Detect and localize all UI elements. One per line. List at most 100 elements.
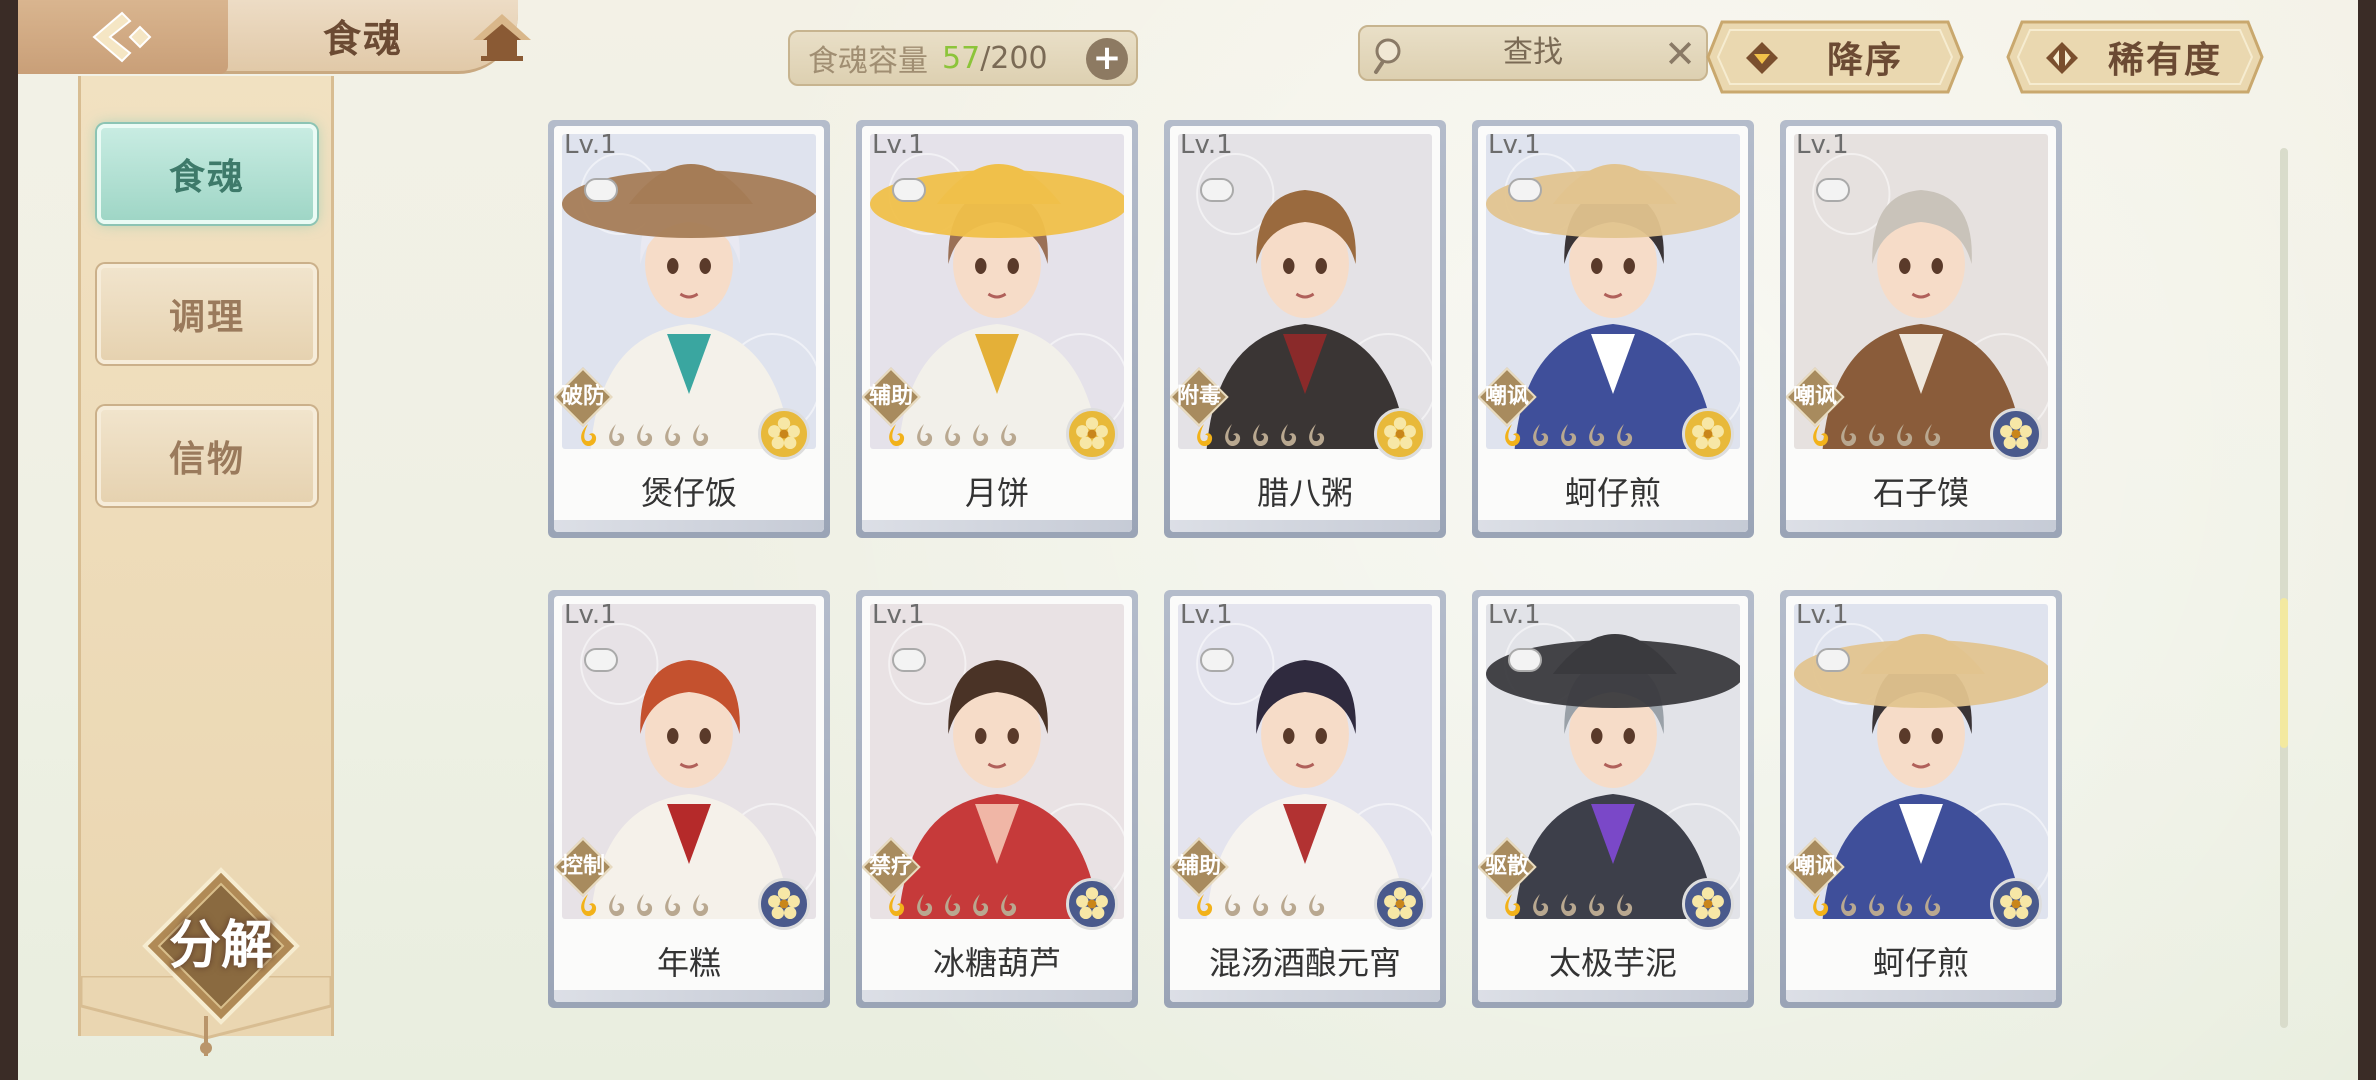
capacity-label: 食魂容量	[808, 44, 928, 79]
star-icon	[1220, 422, 1244, 448]
role-tag: 破防	[554, 366, 614, 428]
star-rating	[1500, 422, 1636, 448]
role-tag: 嘲讽	[1786, 836, 1846, 898]
food-soul-card[interactable]: Lv.1 嘲讽 石子馍	[1780, 120, 2062, 538]
decompose-label: 分解	[168, 915, 273, 976]
card-footer	[1786, 520, 2056, 532]
top-bar: 食魂	[18, 0, 531, 78]
star-icon	[688, 422, 712, 448]
food-soul-card[interactable]: Lv.1 控制年糕	[548, 590, 830, 1008]
clear-search-icon[interactable]: ✕	[1664, 29, 1696, 79]
rarity-flower-icon	[1066, 408, 1118, 460]
star-icon	[1500, 422, 1524, 448]
food-soul-card[interactable]: Lv.1 嘲讽蚵仔煎	[1780, 590, 2062, 1008]
level-label: Lv.1	[1796, 130, 1849, 160]
star-icon	[940, 422, 964, 448]
lock-badge-icon[interactable]	[1200, 178, 1234, 202]
scrollbar[interactable]	[2280, 148, 2288, 1028]
food-soul-card[interactable]: Lv.1 附毒 腊八粥	[1164, 120, 1446, 538]
level-label: Lv.1	[564, 600, 617, 630]
star-rating	[576, 892, 712, 918]
sort-by-button[interactable]: 稀有度	[2004, 18, 2266, 96]
scrollbar-thumb[interactable]	[2280, 598, 2288, 748]
star-rating	[1192, 892, 1328, 918]
rarity-flower-icon	[1066, 878, 1118, 930]
role-label: 辅助	[1176, 854, 1221, 879]
page-title: 食魂	[323, 16, 404, 61]
home-button[interactable]	[473, 10, 531, 68]
rarity-flower-icon	[1682, 878, 1734, 930]
role-label: 控制	[560, 854, 605, 879]
lock-badge-icon[interactable]	[1816, 648, 1850, 672]
lock-badge-icon[interactable]	[1200, 648, 1234, 672]
lock-badge-icon[interactable]	[1508, 648, 1542, 672]
decompose-button[interactable]: 分解	[141, 866, 301, 1026]
character-name: 蚵仔煎	[1872, 944, 1969, 982]
star-icon	[940, 892, 964, 918]
character-name: 年糕	[656, 944, 721, 982]
role-label: 破防	[560, 384, 605, 409]
star-icon	[1500, 892, 1524, 918]
pavilion-icon	[473, 14, 531, 61]
tab-cooking-label: 调理	[168, 296, 245, 338]
card-body: Lv.1 附毒 腊八粥	[1170, 126, 1440, 532]
card-footer	[862, 990, 1132, 1002]
food-soul-card[interactable]: Lv.1 禁疗 冰糖葫芦	[856, 590, 1138, 1008]
card-footer	[1478, 990, 1748, 1002]
star-rating	[1808, 422, 1944, 448]
search-box[interactable]: 查找 ✕	[1358, 25, 1708, 81]
rarity-flower-icon	[1990, 878, 2042, 930]
sort-order-button[interactable]: 降序	[1704, 18, 1966, 96]
tab-food-souls[interactable]: 食魂	[97, 124, 317, 224]
lock-badge-icon[interactable]	[584, 648, 618, 672]
lock-badge-icon[interactable]	[1508, 178, 1542, 202]
back-button[interactable]	[18, 0, 228, 74]
sidebar: 食魂 调理 信物 分解	[78, 76, 334, 1056]
star-icon	[604, 422, 628, 448]
star-icon	[1276, 892, 1300, 918]
role-tag: 辅助	[1170, 836, 1230, 898]
rarity-flower-icon	[1374, 408, 1426, 460]
food-soul-card[interactable]: Lv.1 辅助 混汤酒酿元宵	[1164, 590, 1446, 1008]
food-soul-card[interactable]: Lv.1 破防煲仔饭	[548, 120, 830, 538]
tab-tokens[interactable]: 信物	[97, 406, 317, 506]
star-icon	[688, 892, 712, 918]
star-icon	[632, 892, 656, 918]
add-capacity-button[interactable]: +	[1086, 38, 1128, 80]
star-icon	[1304, 892, 1328, 918]
character-name: 煲仔饭	[640, 474, 737, 512]
role-tag: 嘲讽	[1478, 366, 1538, 428]
star-icon	[968, 422, 992, 448]
level-label: Lv.1	[1488, 600, 1541, 630]
card-body: Lv.1 辅助 月饼	[862, 126, 1132, 532]
star-icon	[996, 892, 1020, 918]
role-label: 嘲讽	[1484, 384, 1529, 409]
role-label: 附毒	[1176, 384, 1221, 409]
star-icon	[1276, 422, 1300, 448]
role-tag: 嘲讽	[1786, 366, 1846, 428]
food-soul-card[interactable]: Lv.1 驱散 太极芋泥	[1472, 590, 1754, 1008]
star-icon	[1612, 422, 1636, 448]
lock-badge-icon[interactable]	[584, 178, 618, 202]
character-name: 太极芋泥	[1548, 944, 1677, 982]
tab-cooking[interactable]: 调理	[97, 264, 317, 364]
role-tag: 控制	[554, 836, 614, 898]
food-soul-card[interactable]: Lv.1 嘲讽 蚵仔煎	[1472, 120, 1754, 538]
card-footer	[1786, 990, 2056, 1002]
level-label: Lv.1	[1180, 130, 1233, 160]
character-name: 蚵仔煎	[1564, 474, 1661, 512]
lock-badge-icon[interactable]	[1816, 178, 1850, 202]
star-icon	[1864, 892, 1888, 918]
star-icon	[1220, 892, 1244, 918]
food-soul-card[interactable]: Lv.1 辅助 月饼	[856, 120, 1138, 538]
star-icon	[968, 892, 992, 918]
level-label: Lv.1	[1796, 600, 1849, 630]
star-icon	[1248, 422, 1272, 448]
star-icon	[1836, 422, 1860, 448]
lock-badge-icon[interactable]	[892, 648, 926, 672]
lock-badge-icon[interactable]	[892, 178, 926, 202]
card-footer	[862, 520, 1132, 532]
star-icon	[660, 892, 684, 918]
level-label: Lv.1	[564, 130, 617, 160]
star-icon	[632, 422, 656, 448]
